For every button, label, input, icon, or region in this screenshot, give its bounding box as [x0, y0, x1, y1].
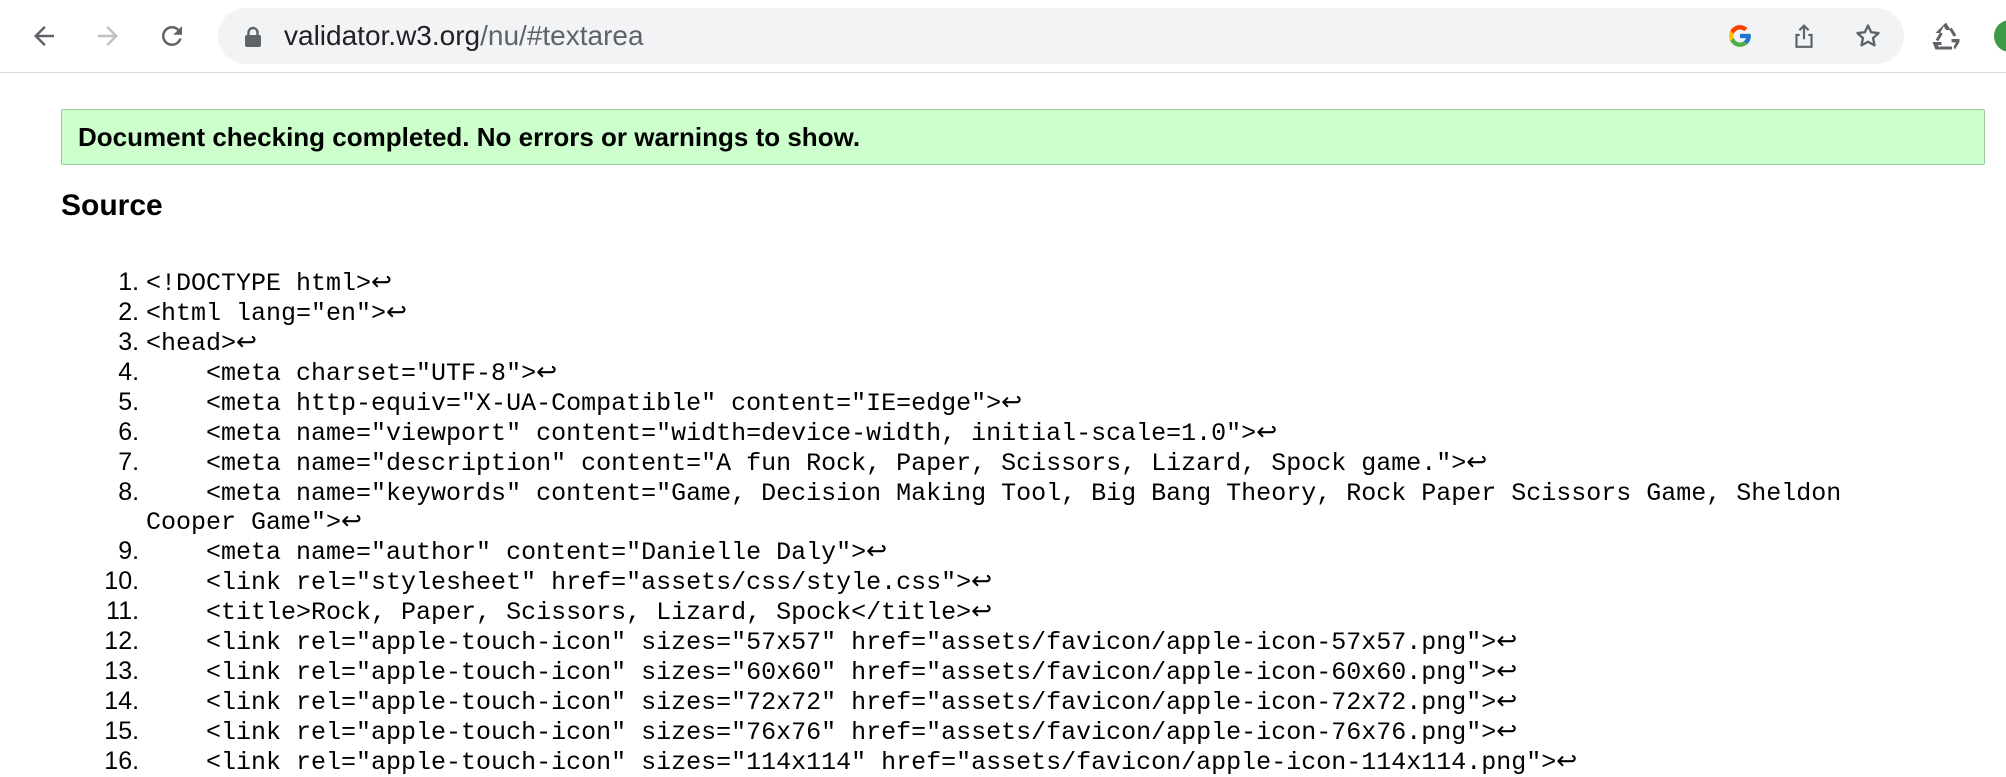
line-end-icon: ↩ [1001, 389, 1023, 418]
source-line-code: <meta name="author" content="Danielle Da… [146, 538, 867, 567]
source-line: <meta http-equiv="X-UA-Compatible" conte… [146, 388, 1846, 418]
source-line: <meta charset="UTF-8">↩ [146, 358, 1846, 388]
line-end-icon: ↩ [866, 538, 888, 567]
address-bar[interactable]: validator.w3.org/nu/#textarea [218, 8, 1904, 64]
source-line-code: <!DOCTYPE html> [146, 269, 372, 298]
line-end-icon: ↩ [341, 508, 362, 537]
source-line-code: <link rel="apple-touch-icon" sizes="76x7… [146, 718, 1497, 747]
source-line: <meta name="viewport" content="width=dev… [146, 418, 1846, 448]
bookmark-star-icon[interactable] [1852, 20, 1884, 52]
url-text[interactable]: validator.w3.org/nu/#textarea [284, 8, 644, 64]
source-line: <html lang="en">↩ [146, 298, 1846, 328]
line-end-icon: ↩ [386, 299, 407, 328]
url-host: validator.w3.org [284, 20, 481, 51]
line-end-icon: ↩ [1496, 688, 1518, 717]
source-line-code: <title>Rock, Paper, Scissors, Lizard, Sp… [146, 598, 972, 627]
line-end-icon: ↩ [371, 269, 392, 298]
source-line: <title>Rock, Paper, Scissors, Lizard, Sp… [146, 597, 1846, 627]
back-icon[interactable] [24, 16, 64, 56]
source-line: <head>↩ [146, 328, 1846, 358]
lock-icon[interactable] [244, 26, 262, 53]
browser-toolbar: validator.w3.org/nu/#textarea [0, 0, 2006, 73]
profile-avatar[interactable] [1994, 20, 2006, 52]
line-end-icon: ↩ [236, 329, 257, 358]
line-end-icon: ↩ [1466, 449, 1488, 478]
source-code-list: <!DOCTYPE html>↩<html lang="en">↩<head>↩… [0, 268, 1846, 777]
validator-page: Document checking completed. No errors o… [0, 73, 2006, 777]
source-line-code: <meta http-equiv="X-UA-Compatible" conte… [146, 389, 1002, 418]
forward-icon[interactable] [88, 16, 128, 56]
line-end-icon: ↩ [1496, 658, 1518, 687]
line-end-icon: ↩ [1556, 748, 1578, 777]
source-line: <!DOCTYPE html>↩ [146, 268, 1846, 298]
google-icon[interactable] [1724, 20, 1756, 52]
source-line: <meta name="description" content="A fun … [146, 448, 1846, 478]
source-line-code: <meta name="description" content="A fun … [146, 449, 1467, 478]
source-line-code: <meta name="viewport" content="width=dev… [146, 419, 1257, 448]
source-line: <link rel="apple-touch-icon" sizes="60x6… [146, 657, 1846, 687]
line-end-icon: ↩ [536, 359, 558, 388]
line-end-icon: ↩ [971, 568, 993, 597]
line-end-icon: ↩ [971, 598, 993, 627]
reload-icon[interactable] [152, 16, 192, 56]
source-line: <meta name="keywords" content="Game, Dec… [146, 478, 1846, 537]
source-heading: Source [61, 189, 163, 222]
source-line-code: <meta name="keywords" content="Game, Dec… [146, 479, 1857, 537]
line-end-icon: ↩ [1496, 718, 1518, 747]
extension-recycle-icon[interactable] [1928, 18, 1964, 59]
source-line: <link rel="stylesheet" href="assets/css/… [146, 567, 1846, 597]
url-path: /nu/#textarea [480, 20, 644, 51]
source-line: <link rel="apple-touch-icon" sizes="114x… [146, 747, 1846, 777]
source-line-code: <link rel="apple-touch-icon" sizes="60x6… [146, 658, 1497, 687]
source-line-code: <link rel="apple-touch-icon" sizes="114x… [146, 748, 1557, 777]
source-line-code: <meta charset="UTF-8"> [146, 359, 537, 388]
success-message-box: Document checking completed. No errors o… [61, 109, 1985, 165]
source-line-code: <link rel="apple-touch-icon" sizes="57x5… [146, 628, 1497, 657]
source-line: <link rel="apple-touch-icon" sizes="76x7… [146, 717, 1846, 747]
result-message: Document checking completed. No errors o… [78, 122, 861, 152]
source-line: <link rel="apple-touch-icon" sizes="72x7… [146, 687, 1846, 717]
source-line-code: <link rel="stylesheet" href="assets/css/… [146, 568, 972, 597]
source-line: <meta name="author" content="Danielle Da… [146, 537, 1846, 567]
source-line-code: <link rel="apple-touch-icon" sizes="72x7… [146, 688, 1497, 717]
source-line-code: <head> [146, 329, 237, 358]
source-line-code: <html lang="en"> [146, 299, 387, 328]
share-icon[interactable] [1788, 20, 1820, 52]
source-line: <link rel="apple-touch-icon" sizes="57x5… [146, 627, 1846, 657]
line-end-icon: ↩ [1256, 419, 1278, 448]
line-end-icon: ↩ [1496, 628, 1518, 657]
